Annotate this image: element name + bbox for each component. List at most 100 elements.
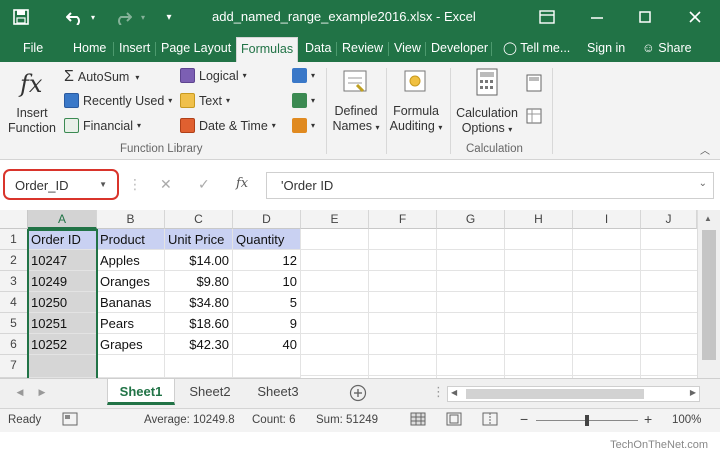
cell-d7[interactable]	[233, 355, 301, 378]
lookup-reference-button[interactable]: ▾	[292, 68, 315, 83]
column-header[interactable]: C	[165, 210, 233, 229]
text-button[interactable]: Text ▾	[180, 93, 230, 108]
cell-a3[interactable]: 10249	[28, 271, 97, 292]
row-header[interactable]: 3	[0, 271, 28, 292]
minimize-icon[interactable]	[586, 7, 608, 27]
insert-function-button[interactable]: Insert Function	[6, 106, 58, 136]
column-header[interactable]: A	[28, 210, 97, 229]
close-icon[interactable]	[684, 7, 706, 27]
column-header[interactable]: G	[437, 210, 505, 229]
cell-c5[interactable]: $18.60	[165, 313, 233, 334]
scroll-right-icon[interactable]: ▶	[690, 388, 696, 397]
column-header[interactable]: F	[369, 210, 437, 229]
collapse-ribbon-icon[interactable]: ︿	[700, 142, 710, 157]
cell-c1[interactable]: Unit Price	[165, 229, 233, 250]
column-header[interactable]: E	[301, 210, 369, 229]
normal-view-icon[interactable]	[410, 412, 426, 429]
prev-sheet-icon[interactable]: ◀	[12, 379, 28, 405]
row-header[interactable]: 6	[0, 334, 28, 355]
cell-a5[interactable]: 10251	[28, 313, 97, 334]
zoom-out-icon[interactable]: −	[520, 411, 528, 427]
recently-used-button[interactable]: Recently Used ▾	[64, 93, 172, 108]
sheet-tab-sheet1[interactable]: Sheet1	[107, 379, 175, 405]
tab-formulas[interactable]: Formulas	[236, 37, 299, 62]
tab-data[interactable]: Data	[304, 39, 332, 62]
expand-formula-icon[interactable]: ⌄	[699, 178, 707, 189]
save-icon[interactable]	[10, 7, 32, 27]
cancel-icon[interactable]: ✕	[160, 176, 172, 193]
vertical-scrollbar[interactable]: ▲	[697, 210, 720, 378]
cell-c4[interactable]: $34.80	[165, 292, 233, 313]
page-layout-view-icon[interactable]	[446, 412, 462, 429]
cell-c2[interactable]: $14.00	[165, 250, 233, 271]
insert-function-fx-icon[interactable]: fx	[236, 176, 248, 191]
autosum-button[interactable]: Σ AutoSum ▾	[64, 68, 139, 86]
undo-dropdown-icon[interactable]: ▾	[88, 7, 98, 27]
macro-record-icon[interactable]	[62, 412, 78, 429]
cell-d2[interactable]: 12	[233, 250, 301, 271]
tell-me-box[interactable]: ◯ Tell me...	[502, 39, 571, 62]
logical-button[interactable]: Logical ▾	[180, 68, 247, 83]
row-header[interactable]: 4	[0, 292, 28, 313]
insert-function-icon[interactable]: fx	[20, 70, 42, 98]
tab-home[interactable]: Home	[72, 39, 107, 62]
cell-d1[interactable]: Quantity	[233, 229, 301, 250]
zoom-slider-thumb[interactable]	[585, 415, 589, 426]
horizontal-scroll-thumb[interactable]	[466, 389, 644, 399]
cell-d4[interactable]: 5	[233, 292, 301, 313]
cell-b2[interactable]: Apples	[97, 250, 165, 271]
next-sheet-icon[interactable]: ▶	[34, 379, 50, 405]
sheet-tab-sheet2[interactable]: Sheet2	[178, 379, 242, 405]
column-header[interactable]: D	[233, 210, 301, 229]
financial-button[interactable]: Financial ▾	[64, 118, 141, 133]
sheet-tab-sheet3[interactable]: Sheet3	[246, 379, 310, 405]
row-header[interactable]: 1	[0, 229, 28, 250]
worksheet-grid[interactable]: A B C D E F G H I J 1 2 3 4 5 6 7 Order …	[0, 210, 720, 378]
enter-icon[interactable]: ✓	[198, 176, 210, 193]
column-header[interactable]: B	[97, 210, 165, 229]
tab-view[interactable]: View	[393, 39, 422, 62]
tab-review[interactable]: Review	[341, 39, 384, 62]
tab-file[interactable]: File	[22, 39, 44, 62]
calculate-sheet-icon[interactable]	[526, 108, 542, 124]
redo-icon[interactable]	[112, 7, 134, 27]
defined-names-button[interactable]: Defined Names ▾	[332, 104, 380, 135]
cell-d6[interactable]: 40	[233, 334, 301, 355]
formula-input[interactable]: 'Order ID ⌄	[266, 172, 714, 199]
row-header[interactable]: 7	[0, 355, 28, 378]
cell-b4[interactable]: Bananas	[97, 292, 165, 313]
cell-c7[interactable]	[165, 355, 233, 378]
share-button[interactable]: ☺ Share	[641, 39, 693, 62]
row-header[interactable]: 2	[0, 250, 28, 271]
column-header[interactable]: I	[573, 210, 641, 229]
maximize-icon[interactable]	[634, 7, 656, 27]
page-break-view-icon[interactable]	[482, 412, 498, 429]
empty-cells[interactable]	[301, 229, 697, 378]
cell-a6[interactable]: 10252	[28, 334, 97, 355]
column-header[interactable]: H	[505, 210, 573, 229]
redo-dropdown-icon[interactable]: ▾	[138, 7, 148, 27]
math-trig-button[interactable]: ▾	[292, 93, 315, 108]
tab-developer[interactable]: Developer	[430, 39, 489, 62]
tab-insert[interactable]: Insert	[118, 39, 151, 62]
cell-a1[interactable]: Order ID	[28, 229, 97, 250]
calculate-now-icon[interactable]	[526, 74, 542, 92]
ribbon-display-icon[interactable]	[536, 7, 558, 27]
scroll-left-icon[interactable]: ◀	[451, 388, 457, 397]
cell-b3[interactable]: Oranges	[97, 271, 165, 292]
cell-d5[interactable]: 9	[233, 313, 301, 334]
cell-a7[interactable]	[28, 355, 97, 378]
cell-d3[interactable]: 10	[233, 271, 301, 292]
chevron-down-icon[interactable]: ▼	[99, 180, 107, 189]
calculation-options-button[interactable]: Calculation Options ▾	[452, 106, 522, 137]
tab-page-layout[interactable]: Page Layout	[160, 39, 232, 62]
add-sheet-button[interactable]	[346, 379, 370, 405]
zoom-in-icon[interactable]: +	[644, 411, 652, 427]
date-time-button[interactable]: Date & Time ▾	[180, 118, 276, 133]
cell-a2[interactable]: 10247	[28, 250, 97, 271]
column-header[interactable]: J	[641, 210, 697, 229]
name-box[interactable]: Order_ID ▼	[3, 169, 119, 200]
cell-a4[interactable]: 10250	[28, 292, 97, 313]
cell-b6[interactable]: Grapes	[97, 334, 165, 355]
tab-split-grip-icon[interactable]: ⋮	[432, 379, 445, 405]
